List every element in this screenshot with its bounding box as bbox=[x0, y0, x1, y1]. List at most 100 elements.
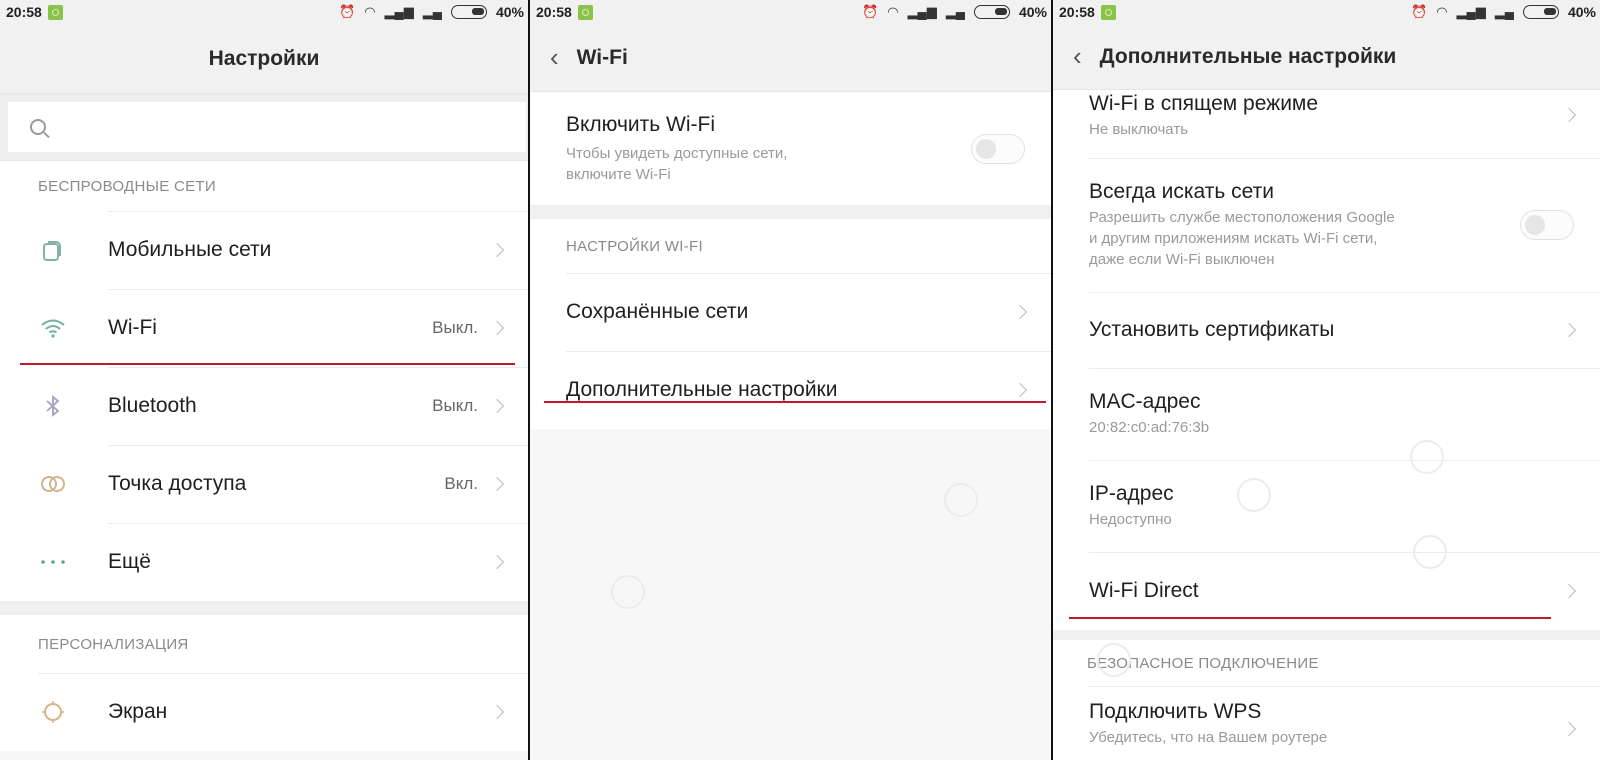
touch-indicator bbox=[1097, 643, 1131, 677]
section-gap bbox=[0, 601, 528, 615]
chevron-right-icon bbox=[1561, 322, 1577, 338]
item-label: IP-адрес bbox=[1089, 482, 1174, 505]
highlight-underline bbox=[20, 363, 515, 365]
battery-icon bbox=[1522, 5, 1559, 19]
item-label: Bluetooth bbox=[108, 394, 197, 417]
saved-networks-item[interactable]: Сохранённые сети bbox=[530, 273, 1051, 351]
always-scan-item[interactable]: Всегда искать сети Разрешить службе мест… bbox=[1053, 158, 1600, 292]
settings-item-bluetooth[interactable]: Bluetooth Выкл. bbox=[0, 367, 528, 445]
item-label: Wi-Fi Direct bbox=[1089, 579, 1199, 602]
section-wireless: БЕСПРОВОДНЫЕ СЕТИ Мобильные сети Wi-Fi В… bbox=[0, 161, 528, 601]
status-bar: 20:58 ⏰ ◠ ▂▄▆ ▂▄ 40% bbox=[1053, 0, 1600, 24]
item-label: Подключить WPS bbox=[1089, 700, 1262, 723]
battery-icon bbox=[450, 5, 487, 19]
ip-address-value: Недоступно bbox=[1089, 511, 1172, 528]
section-personalization: ПЕРСОНАЛИЗАЦИЯ Экран bbox=[0, 615, 528, 751]
wps-item[interactable]: Подключить WPS Убедитесь, что на Вашем р… bbox=[1053, 686, 1600, 760]
back-icon[interactable]: ‹ bbox=[1073, 41, 1082, 72]
page-title: Дополнительные настройки bbox=[1099, 44, 1397, 68]
brightness-icon bbox=[0, 699, 108, 725]
item-label: Экран bbox=[108, 700, 168, 723]
touch-indicator bbox=[944, 483, 978, 517]
wifi-sleep-item[interactable]: Wi-Fi в спящем режиме Не выключать bbox=[1053, 90, 1600, 158]
section-title: БЕЗОПАСНОЕ ПОДКЛЮЧЕНИЕ bbox=[1053, 640, 1600, 686]
mac-address-item: MAC-адрес 20:82:c0:ad:76:3b bbox=[1053, 368, 1600, 460]
wifi-toggle[interactable] bbox=[971, 133, 1025, 164]
item-label: Точка доступа bbox=[108, 472, 247, 495]
signal-icon: ▂▄▆ bbox=[384, 4, 414, 19]
chevron-right-icon bbox=[489, 398, 505, 414]
back-icon[interactable]: ‹ bbox=[550, 42, 559, 73]
item-label: Всегда искать сети bbox=[1089, 180, 1274, 203]
wifi-icon bbox=[0, 318, 108, 338]
item-value: Выкл. bbox=[432, 318, 478, 337]
app-notification-icon bbox=[577, 4, 593, 20]
item-label: Установить сертификаты bbox=[1089, 318, 1335, 341]
status-time: 20:58 bbox=[1059, 4, 1095, 20]
alarm-icon: ⏰ bbox=[1411, 4, 1428, 19]
chevron-right-icon bbox=[489, 704, 505, 720]
page-title: Настройки bbox=[0, 24, 528, 94]
item-value: Вкл. bbox=[444, 474, 478, 493]
wifi-icon: ◠ bbox=[1436, 4, 1448, 19]
bluetooth-icon bbox=[0, 394, 108, 418]
section-title: ПЕРСОНАЛИЗАЦИЯ bbox=[38, 635, 189, 653]
signal-icon: ▂▄▆ bbox=[1456, 4, 1486, 19]
chevron-right-icon bbox=[489, 320, 505, 336]
touch-indicator bbox=[1410, 440, 1444, 474]
settings-item-mobile-networks[interactable]: Мобильные сети bbox=[0, 211, 528, 289]
settings-screen: 20:58 ⏰ ◠ ▂▄▆ ▂▄ 40% Настройки БЕСПРОВОД… bbox=[0, 0, 528, 760]
signal-weak-icon: ▂▄ bbox=[1494, 4, 1514, 19]
search-container bbox=[0, 94, 528, 161]
chevron-right-icon bbox=[489, 476, 505, 492]
battery-percent: 40% bbox=[1018, 4, 1047, 20]
highlight-underline bbox=[1069, 617, 1551, 619]
install-certificates-item[interactable]: Установить сертификаты bbox=[1053, 292, 1600, 368]
search-input[interactable] bbox=[8, 102, 526, 152]
mac-address-value: 20:82:c0:ad:76:3b bbox=[1089, 419, 1210, 436]
signal-weak-icon: ▂▄ bbox=[422, 4, 442, 19]
section-gap bbox=[530, 205, 1051, 219]
wifi-icon: ◠ bbox=[364, 4, 376, 19]
section-title: БЕСПРОВОДНЫЕ СЕТИ bbox=[38, 177, 216, 195]
settings-item-more[interactable]: Ещё bbox=[0, 523, 528, 601]
status-time: 20:58 bbox=[6, 4, 42, 20]
more-dots-icon bbox=[0, 559, 108, 565]
wifi-screen: 20:58 ⏰ ◠ ▂▄▆ ▂▄ 40% ‹ Wi-Fi Включить Wi… bbox=[530, 0, 1051, 760]
touch-indicator bbox=[1237, 478, 1271, 512]
always-scan-toggle[interactable] bbox=[1520, 210, 1574, 240]
battery-percent: 40% bbox=[1567, 4, 1596, 20]
item-label: Включить Wi-Fi bbox=[566, 112, 716, 136]
wifi-toggle-item[interactable]: Включить Wi-Fi Чтобы увидеть доступные с… bbox=[530, 92, 1051, 205]
item-desc-3: даже если Wi-Fi выключен bbox=[1089, 251, 1275, 268]
battery-icon bbox=[973, 5, 1010, 19]
settings-item-wifi[interactable]: Wi-Fi Выкл. bbox=[0, 289, 528, 367]
item-desc-1: Чтобы увидеть доступные сети, bbox=[566, 144, 788, 162]
chevron-right-icon bbox=[489, 242, 505, 258]
settings-item-hotspot[interactable]: Точка доступа Вкл. bbox=[0, 445, 528, 523]
alarm-icon: ⏰ bbox=[862, 4, 879, 19]
advanced-settings-item[interactable]: Дополнительные настройки bbox=[530, 351, 1051, 429]
battery-percent: 40% bbox=[495, 4, 524, 20]
item-desc: Убедитесь, что на Вашем роутере bbox=[1089, 729, 1328, 746]
section-gap bbox=[1053, 630, 1600, 640]
status-bar: 20:58 ⏰ ◠ ▂▄▆ ▂▄ 40% bbox=[530, 0, 1051, 24]
item-label: Дополнительные настройки bbox=[566, 378, 838, 401]
app-notification-icon bbox=[47, 4, 63, 20]
chevron-right-icon bbox=[1561, 107, 1577, 123]
ip-address-item: IP-адрес Недоступно bbox=[1053, 460, 1600, 552]
section-wifi-settings: НАСТРОЙКИ WI-FI Сохранённые сети Дополни… bbox=[530, 219, 1051, 429]
settings-item-display[interactable]: Экран bbox=[0, 673, 528, 751]
status-time: 20:58 bbox=[536, 4, 572, 20]
chevron-right-icon bbox=[489, 554, 505, 570]
advanced-settings-screen: 20:58 ⏰ ◠ ▂▄▆ ▂▄ 40% ‹ Дополнительные на… bbox=[1053, 0, 1600, 760]
header: ‹ Wi-Fi bbox=[530, 24, 1051, 92]
item-label: Ещё bbox=[108, 550, 151, 573]
chevron-right-icon bbox=[1561, 721, 1577, 737]
item-label: Сохранённые сети bbox=[566, 300, 749, 323]
item-label: Wi-Fi в спящем режиме bbox=[1089, 92, 1319, 115]
item-label: Wi-Fi bbox=[108, 316, 157, 339]
item-desc: Не выключать bbox=[1089, 121, 1189, 138]
item-label: Мобильные сети bbox=[108, 238, 272, 261]
page-title: Wi-Fi bbox=[576, 45, 628, 69]
